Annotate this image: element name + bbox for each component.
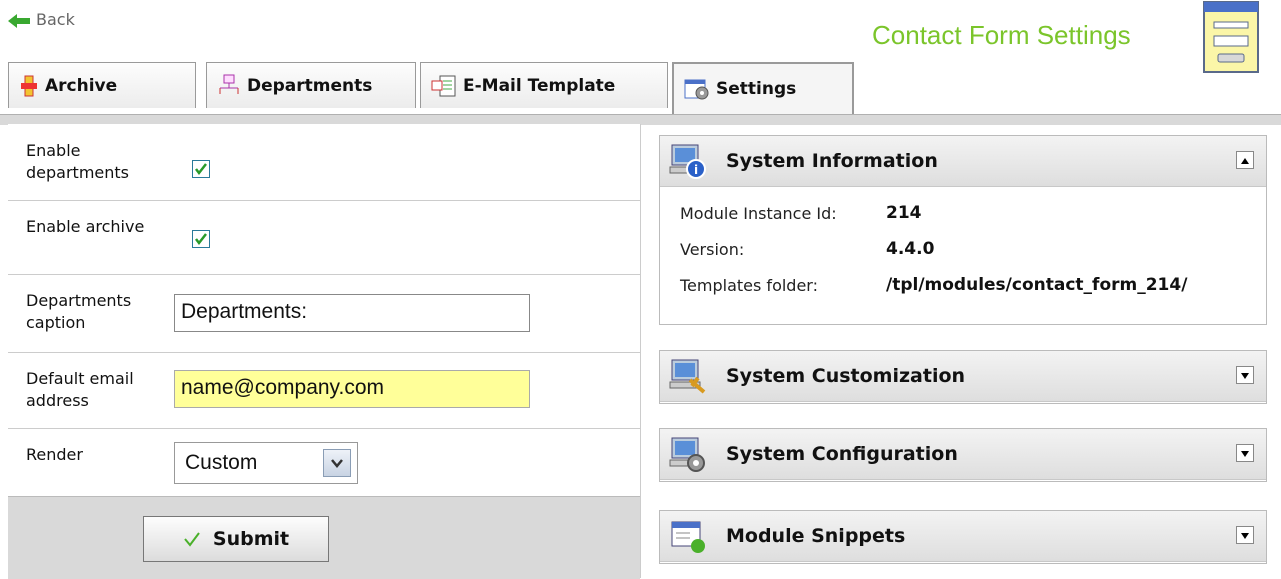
tab-settings[interactable]: Settings bbox=[672, 62, 854, 114]
system-customization-panel: System Customization bbox=[659, 350, 1267, 404]
panel-title: System Configuration bbox=[726, 443, 958, 465]
system-customization-header[interactable]: System Customization bbox=[660, 351, 1266, 402]
form-row-departments-caption: Departments caption Departments: bbox=[8, 274, 640, 353]
snippets-icon bbox=[671, 521, 705, 553]
form-row-enable-archive: Enable archive bbox=[8, 200, 640, 275]
svg-text:i: i bbox=[694, 163, 698, 177]
info-value: /tpl/modules/contact_form_214/ bbox=[886, 275, 1188, 295]
page-title: Contact Form Settings bbox=[872, 20, 1131, 50]
system-information-body: Module Instance Id: 214 Version: 4.4.0 T… bbox=[660, 187, 1266, 311]
chevron-down-icon[interactable] bbox=[323, 449, 351, 477]
submit-label: Submit bbox=[212, 528, 290, 550]
form-settings-icon bbox=[1192, 0, 1270, 90]
tab-label: Settings bbox=[716, 79, 797, 99]
configuration-icon bbox=[669, 437, 705, 472]
info-value: 4.4.0 bbox=[886, 239, 935, 259]
default-email-label: Default email address bbox=[26, 369, 134, 410]
back-arrow-icon bbox=[8, 13, 30, 28]
info-row: Version: 4.4.0 bbox=[680, 231, 1246, 267]
expand-icon[interactable] bbox=[1236, 526, 1254, 544]
collapse-icon[interactable] bbox=[1236, 151, 1254, 169]
enable-archive-label: Enable archive bbox=[26, 217, 145, 236]
render-select[interactable]: Custom bbox=[174, 442, 358, 484]
settings-form: Enable departments Enable archive Depart… bbox=[8, 124, 641, 579]
departments-caption-label: Departments caption bbox=[26, 291, 132, 332]
email-template-icon bbox=[431, 75, 456, 96]
settings-icon bbox=[684, 79, 709, 100]
customization-icon bbox=[669, 359, 706, 394]
info-row: Templates folder: /tpl/modules/contact_f… bbox=[680, 267, 1246, 303]
tab-label: Archive bbox=[45, 75, 118, 96]
tab-label: E-Mail Template bbox=[463, 75, 616, 96]
expand-icon[interactable] bbox=[1236, 444, 1254, 462]
departments-caption-input[interactable]: Departments: bbox=[174, 294, 530, 332]
checkmark-icon bbox=[184, 532, 200, 547]
default-email-input[interactable]: name@company.com bbox=[174, 370, 530, 408]
tab-label: Departments bbox=[247, 75, 373, 96]
info-key: Templates folder: bbox=[680, 275, 818, 295]
form-row-enable-departments: Enable departments bbox=[8, 124, 640, 201]
system-information-panel: i System Information Module Instance Id:… bbox=[659, 135, 1267, 325]
departments-icon bbox=[219, 74, 239, 94]
info-row: Module Instance Id: 214 bbox=[680, 195, 1246, 231]
enable-archive-checkbox[interactable] bbox=[192, 230, 210, 248]
expand-icon[interactable] bbox=[1236, 366, 1254, 384]
tab-archive[interactable]: Archive bbox=[8, 62, 196, 108]
system-configuration-panel: System Configuration bbox=[659, 428, 1267, 482]
info-key: Version: bbox=[680, 239, 745, 259]
system-configuration-header[interactable]: System Configuration bbox=[660, 429, 1266, 480]
tab-departments[interactable]: Departments bbox=[206, 62, 416, 108]
archive-icon bbox=[21, 75, 37, 96]
enable-departments-checkbox[interactable] bbox=[192, 160, 210, 178]
tab-email-template[interactable]: E-Mail Template bbox=[420, 62, 668, 108]
info-value: 214 bbox=[886, 203, 922, 223]
back-link[interactable]: Back bbox=[8, 10, 75, 29]
panel-title: System Customization bbox=[726, 365, 966, 387]
system-information-header[interactable]: i System Information bbox=[660, 136, 1266, 187]
panel-title: System Information bbox=[726, 150, 938, 172]
form-row-render: Render Custom bbox=[8, 428, 640, 496]
info-key: Module Instance Id: bbox=[680, 203, 837, 223]
submit-button[interactable]: Submit bbox=[143, 516, 329, 562]
render-select-value: Custom bbox=[185, 451, 258, 474]
enable-departments-label: Enable departments bbox=[26, 141, 129, 182]
module-snippets-header[interactable]: Module Snippets bbox=[660, 511, 1266, 562]
panel-title: Module Snippets bbox=[726, 525, 906, 547]
form-row-default-email: Default email address name@company.com bbox=[8, 352, 640, 429]
back-label: Back bbox=[36, 10, 75, 29]
system-info-icon: i bbox=[669, 144, 706, 179]
render-label: Render bbox=[26, 445, 83, 464]
module-snippets-panel: Module Snippets bbox=[659, 510, 1267, 564]
